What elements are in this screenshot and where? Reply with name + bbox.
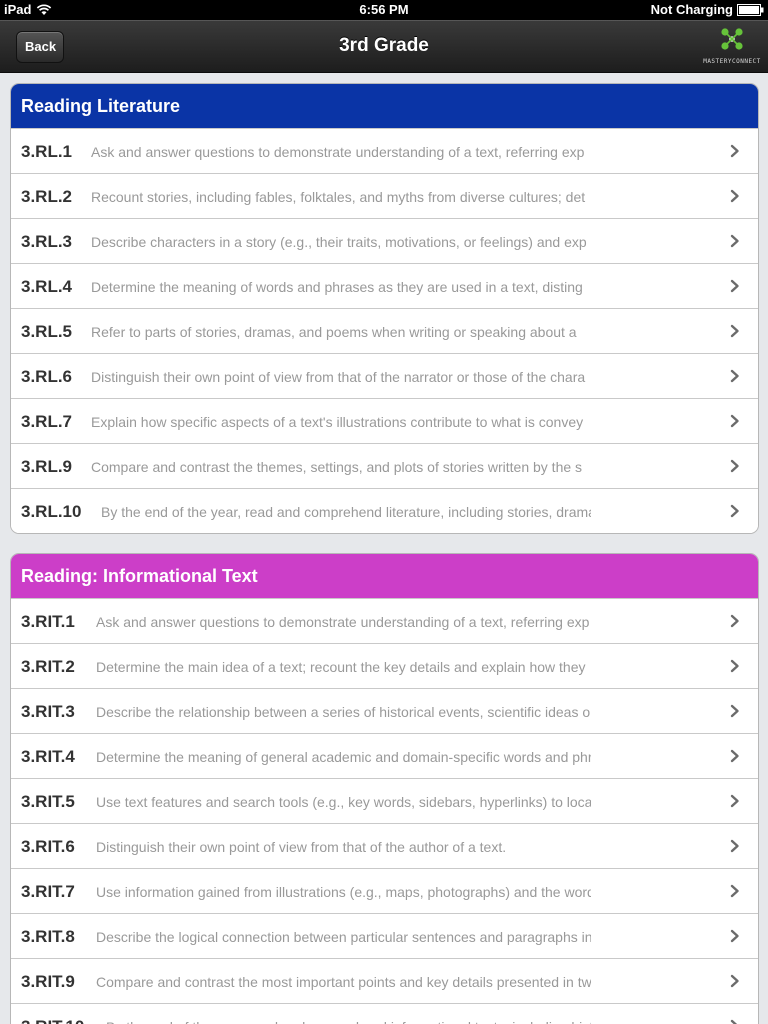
section-rows: 3.RIT.1 Ask and answer questions to demon… xyxy=(11,598,758,1024)
list-item[interactable]: 3.RIT.1 Ask and answer questions to demon… xyxy=(11,598,758,643)
standard-code: 3.RL.10 xyxy=(21,502,82,521)
list-item[interactable]: 3.RL.10 By the end of the year, read and … xyxy=(11,488,758,533)
status-bar: iPad 6:56 PM Not Charging xyxy=(0,0,768,20)
standard-code: 3.RIT.4 xyxy=(21,747,75,766)
standard-code: 3.RIT.3 xyxy=(21,702,75,721)
chevron-right-icon xyxy=(730,749,739,763)
chevron-right-icon xyxy=(730,884,739,898)
chevron-right-icon xyxy=(730,414,739,428)
chevron-right-icon xyxy=(730,839,739,853)
section-reading-literature: Reading Literature 3.RL.1 Ask and answer … xyxy=(10,83,759,534)
charging-status: Not Charging xyxy=(650,2,733,17)
status-right: Not Charging xyxy=(651,2,764,17)
section-header: Reading: Informational Text xyxy=(11,554,758,598)
standard-code: 3.RL.6 xyxy=(21,367,73,386)
standard-description: Determine the meaning of general academi… xyxy=(96,749,591,765)
chevron-right-icon xyxy=(730,234,739,248)
section-header: Reading Literature xyxy=(11,84,758,128)
chevron-right-icon xyxy=(730,279,739,293)
chevron-right-icon xyxy=(730,369,739,383)
standard-description: Compare and contrast the most important … xyxy=(96,974,591,990)
list-item[interactable]: 3.RIT.6 Distinguish their own point of vi… xyxy=(11,823,758,868)
standard-description: Use information gained from illustration… xyxy=(96,884,591,900)
list-item[interactable]: 3.RL.1 Ask and answer questions to demons… xyxy=(11,128,758,173)
chevron-right-icon xyxy=(730,929,739,943)
chevron-right-icon xyxy=(730,189,739,203)
standard-code: 3.RIT.10 xyxy=(21,1017,84,1024)
list-item[interactable]: 3.RIT.8 Describe the logical connection b… xyxy=(11,913,758,958)
standard-description: Describe characters in a story (e.g., th… xyxy=(91,234,587,250)
standard-code: 3.RL.9 xyxy=(21,457,73,476)
standard-code: 3.RIT.6 xyxy=(21,837,75,856)
standard-code: 3.RIT.2 xyxy=(21,657,75,676)
chevron-right-icon xyxy=(730,1019,738,1024)
list-item[interactable]: 3.RIT.4 Determine the meaning of general … xyxy=(11,733,758,778)
chevron-right-icon xyxy=(730,614,739,628)
standard-code: 3.RL.3 xyxy=(21,232,73,251)
standard-description: Determine the meaning of words and phras… xyxy=(91,279,583,295)
standard-description: Compare and contrast the themes, setting… xyxy=(91,459,583,475)
standard-description: Distinguish their own point of view from… xyxy=(96,839,507,855)
list-item[interactable]: 3.RL.5 Refer to parts of stories, dramas,… xyxy=(11,308,758,353)
list-item[interactable]: 3.RIT.5 Use text features and search tool… xyxy=(11,778,758,823)
standard-code: 3.RIT.5 xyxy=(21,792,75,811)
standard-description: Recount stories, including fables, folkt… xyxy=(91,189,586,205)
standard-code: 3.RIT.7 xyxy=(21,882,75,901)
standard-description: Use text features and search tools (e.g.… xyxy=(96,794,591,810)
list-item[interactable]: 3.RIT.10 By the end of the year, read and… xyxy=(11,1003,758,1024)
list-item[interactable]: 3.RIT.9 Compare and contrast the most imp… xyxy=(11,958,758,1003)
standard-description: By the end of the year, read and compreh… xyxy=(101,504,591,520)
standard-code: 3.RL.2 xyxy=(21,187,73,206)
section-rows: 3.RL.1 Ask and answer questions to demons… xyxy=(11,128,758,533)
list-item[interactable]: 3.RL.6 Distinguish their own point of vie… xyxy=(11,353,758,398)
battery-icon xyxy=(737,3,764,16)
standard-description: By the end of the year, read and compreh… xyxy=(106,1019,591,1024)
standard-description: Refer to parts of stories, dramas, and p… xyxy=(91,324,577,340)
page-title: 3rd Grade xyxy=(339,35,429,56)
standard-code: 3.RIT.8 xyxy=(21,927,75,946)
list-item[interactable]: 3.RL.9 Compare and contrast the themes, s… xyxy=(11,443,758,488)
masteryconnect-logo: MASTERYCONNECT xyxy=(702,26,762,66)
standard-description: Distinguish their own point of view from… xyxy=(91,369,586,385)
chevron-right-icon xyxy=(730,324,739,338)
chevron-right-icon xyxy=(730,974,739,988)
standard-description: Explain how specific aspects of a text's… xyxy=(91,414,584,430)
logo-text: MASTERYCONNECT xyxy=(703,58,761,65)
standard-description: Ask and answer questions to demonstrate … xyxy=(91,144,585,160)
standard-code: 3.RL.5 xyxy=(21,322,73,341)
standards-list: Reading Literature 3.RL.1 Ask and answer … xyxy=(0,73,768,1024)
standard-description: Describe the logical connection between … xyxy=(96,929,591,945)
list-item[interactable]: 3.RIT.3 Describe the relationship between… xyxy=(11,688,758,733)
chevron-right-icon xyxy=(730,704,739,718)
list-item[interactable]: 3.RL.2 Recount stories, including fables,… xyxy=(11,173,758,218)
navigation-bar: Back 3rd Grade MASTERYCONNECT xyxy=(0,20,768,73)
list-item[interactable]: 3.RIT.7 Use information gained from illus… xyxy=(11,868,758,913)
list-item[interactable]: 3.RL.4 Determine the meaning of words and… xyxy=(11,263,758,308)
standard-description: Ask and answer questions to demonstrate … xyxy=(96,614,590,630)
standard-code: 3.RL.7 xyxy=(21,412,73,431)
standard-code: 3.RL.4 xyxy=(21,277,73,296)
masteryconnect-logo-icon xyxy=(721,28,743,50)
chevron-right-icon xyxy=(730,659,739,673)
chevron-right-icon xyxy=(730,504,739,518)
section-reading-informational-text: Reading: Informational Text 3.RIT.1 Ask a… xyxy=(10,553,759,1024)
list-item[interactable]: 3.RIT.2 Determine the main idea of a text… xyxy=(11,643,758,688)
standard-description: Describe the relationship between a seri… xyxy=(96,704,591,720)
chevron-right-icon xyxy=(730,459,739,473)
list-item[interactable]: 3.RL.3 Describe characters in a story (e.… xyxy=(11,218,758,263)
list-item[interactable]: 3.RL.7 Explain how specific aspects of a … xyxy=(11,398,758,443)
standard-description: Determine the main idea of a text; recou… xyxy=(96,659,586,675)
standard-code: 3.RIT.1 xyxy=(21,612,75,631)
standard-code: 3.RIT.9 xyxy=(21,972,75,991)
standard-code: 3.RL.1 xyxy=(21,142,73,161)
chevron-right-icon xyxy=(730,144,739,158)
chevron-right-icon xyxy=(730,794,739,808)
